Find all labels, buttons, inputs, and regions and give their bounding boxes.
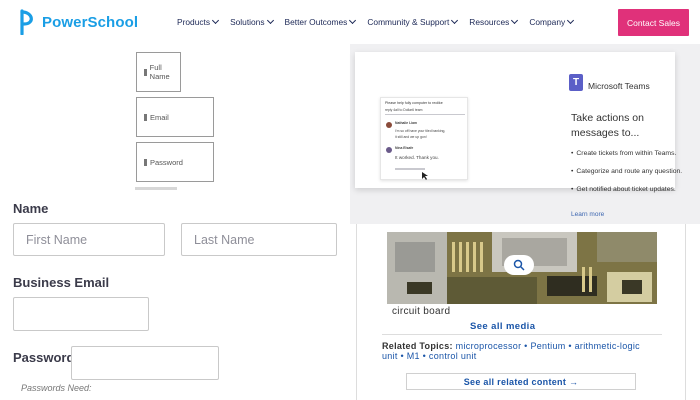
see-all-media-link[interactable]: See all media: [470, 321, 535, 332]
envelope-icon: [144, 113, 147, 121]
name-label: Name: [13, 201, 49, 216]
nav-label: Better Outcomes: [284, 17, 348, 27]
nav-products[interactable]: Products: [177, 16, 220, 27]
nav-label: Solutions: [230, 17, 265, 27]
divider: [382, 334, 662, 335]
mini-full-name-field: Full Name: [136, 52, 181, 92]
mini-password-placeholder: Password: [150, 157, 183, 167]
nav-community-support[interactable]: Community & Support: [367, 16, 459, 27]
lock-icon: [144, 158, 147, 166]
user-icon: [144, 68, 147, 76]
password-label: Password: [13, 350, 75, 365]
chevron-down-icon: [266, 16, 274, 25]
mini-email-field: Email: [136, 97, 214, 137]
related-topics: Related Topics: microprocessor • Pentium…: [382, 341, 657, 361]
nav-label: Products: [177, 17, 211, 27]
related-topics-label: Related Topics:: [382, 341, 453, 351]
contact-sales-button[interactable]: Contact Sales: [618, 9, 689, 36]
avatar: [386, 147, 392, 153]
zoom-icon[interactable]: [504, 255, 534, 275]
chevron-down-icon: [349, 16, 357, 25]
password-hint: Passwords Need:: [21, 383, 92, 393]
teams-bullet: Categorize and route any question.: [571, 168, 682, 175]
teams-bullet: Get notified about ticket updates.: [571, 186, 675, 193]
chat-divider: [385, 114, 465, 115]
teams-brand: Microsoft Teams: [588, 81, 650, 91]
cursor-icon: [422, 172, 428, 180]
chevron-down-icon: [451, 16, 459, 25]
nav-resources[interactable]: Resources: [469, 16, 519, 27]
chevron-down-icon: [567, 16, 575, 25]
nav-better-outcomes[interactable]: Better Outcomes: [284, 16, 357, 27]
chat-message: I'm so off have your tiled banking,: [395, 129, 446, 133]
mini-email-placeholder: Email: [150, 112, 169, 122]
password-input[interactable]: [71, 346, 219, 380]
powerschool-logo-icon: [20, 9, 37, 36]
nav-company[interactable]: Company: [529, 16, 575, 27]
mini-full-name-placeholder: Full Name: [149, 63, 170, 81]
nav-label: Company: [529, 17, 566, 27]
chat-header: Please help fully computer to reolike: [385, 101, 443, 105]
chevron-down-icon: [511, 16, 519, 25]
business-email-label: Business Email: [13, 275, 110, 290]
nav-solutions[interactable]: Solutions: [230, 16, 274, 27]
chat-sub: reply 4all to Dollar6 team: [385, 108, 423, 112]
microsoft-teams-icon: T: [569, 74, 583, 91]
site-header: PowerSchool Products Solutions Better Ou…: [0, 0, 700, 46]
image-caption: circuit board: [392, 306, 451, 317]
chat-message: It worked. Thank you.: [395, 155, 439, 160]
main-nav: Products Solutions Better Outcomes Commu…: [177, 16, 585, 27]
chat-message: it still and we up gon!: [395, 135, 427, 139]
see-all-related-button[interactable]: See all related content →: [406, 373, 636, 390]
teams-bullet: Create tickets from within Teams.: [571, 150, 676, 157]
chat-author: Nathalie Liam: [395, 121, 418, 125]
mini-divider: [135, 187, 177, 190]
chat-actions: [395, 168, 425, 170]
business-email-input[interactable]: [13, 297, 149, 331]
first-name-input[interactable]: First Name: [13, 223, 165, 256]
magnifier-icon: [513, 259, 525, 271]
teams-title: Take actions on messages to...: [571, 112, 644, 139]
avatar: [386, 122, 392, 128]
mini-password-field: Password: [136, 142, 214, 182]
learn-more-link[interactable]: Learn more: [571, 211, 604, 218]
teams-chat-preview: Please help fully computer to reolike re…: [380, 97, 468, 180]
nav-label: Resources: [469, 17, 510, 27]
chevron-down-icon: [212, 16, 220, 25]
chat-author: Nina Elsafe: [395, 146, 414, 150]
nav-label: Community & Support: [367, 17, 450, 27]
last-name-input[interactable]: Last Name: [181, 223, 337, 256]
powerschool-logo[interactable]: PowerSchool: [20, 9, 139, 36]
logo-text: PowerSchool: [42, 13, 139, 31]
